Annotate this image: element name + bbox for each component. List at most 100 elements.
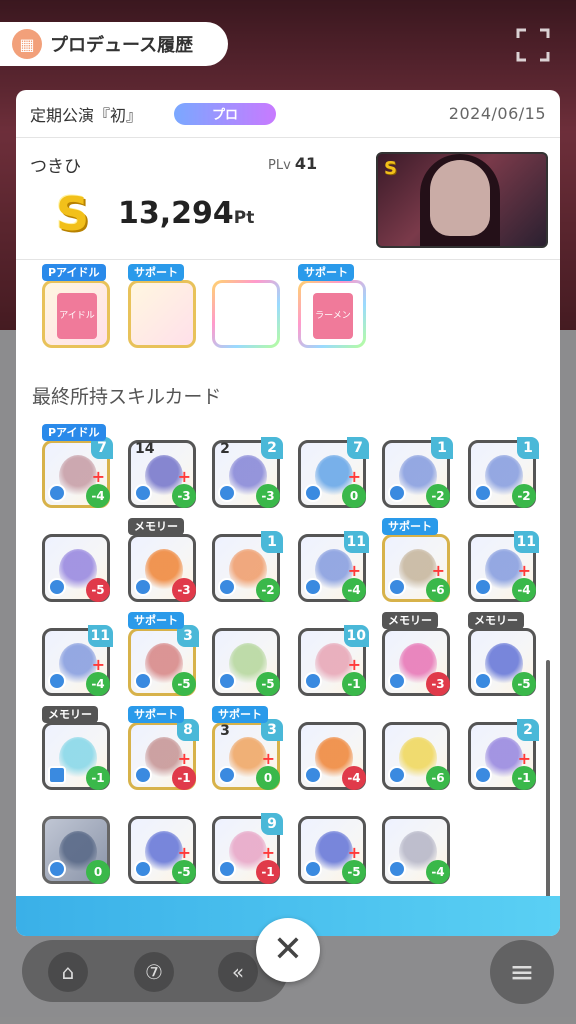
card-cost-badge: -2	[426, 484, 450, 508]
thumbnail-rank-icon: S	[384, 158, 397, 179]
gacha-button[interactable]: ⑦	[134, 952, 174, 992]
skill-card[interactable]: -3 メモリー	[382, 612, 450, 696]
plv-label: PLv 41	[268, 154, 317, 173]
card-cost-badge: -2	[512, 484, 536, 508]
skill-card[interactable]: -1 メモリー	[42, 706, 110, 790]
card-cost-badge: -4	[512, 578, 536, 602]
card-tag: Pアイドル	[42, 424, 106, 441]
skill-card[interactable]: +8 -1 サポート	[128, 706, 199, 790]
close-button[interactable]: ✕	[256, 918, 320, 982]
card-cost-badge: -3	[426, 672, 450, 696]
home-button[interactable]: ⌂	[48, 952, 88, 992]
item-art: アイドル誌	[42, 280, 110, 348]
skill-card[interactable]: +14 -3	[128, 440, 196, 508]
card-cost-badge: -4	[426, 860, 450, 884]
card-cost-badge: -5	[342, 860, 366, 884]
item-tag: Pアイドル	[42, 264, 106, 281]
back-button[interactable]: «	[218, 952, 258, 992]
skill-card[interactable]: +11 -4	[42, 625, 113, 696]
card-effect-icon	[48, 578, 66, 596]
item-art-label: アイドル誌	[57, 293, 97, 339]
skill-card[interactable]: + -5	[298, 816, 366, 884]
card-cost-badge: 0	[256, 766, 280, 790]
card-tag: メモリー	[382, 612, 438, 629]
skill-card[interactable]: +3 3 0 サポート	[212, 706, 283, 790]
card-effect-icon	[134, 860, 152, 878]
card-effect-icon	[474, 578, 492, 596]
skill-card[interactable]: -4	[382, 816, 450, 884]
card-counter: 10	[343, 625, 369, 647]
skill-card[interactable]: -6	[382, 722, 450, 790]
skill-card[interactable]: 0	[42, 816, 110, 884]
score-number: 13,294	[118, 196, 234, 231]
skill-card[interactable]: -5	[42, 534, 110, 602]
card-cost-badge: -5	[172, 860, 196, 884]
skill-card[interactable]: +7 0	[298, 437, 369, 508]
skill-card[interactable]: +11 -4	[468, 531, 539, 602]
skill-card[interactable]: -3 メモリー	[128, 518, 196, 602]
card-cost-badge: -3	[172, 484, 196, 508]
item-card[interactable]	[212, 280, 280, 348]
skill-card-section-title: 最終所持スキルカード	[32, 386, 222, 408]
rank-icon: S	[56, 187, 90, 241]
screen-title: プロデュース履歴	[50, 35, 194, 56]
menu-icon: ≡	[509, 954, 535, 990]
card-effect-icon	[474, 484, 492, 502]
skill-card[interactable]: +9 -1	[212, 813, 283, 884]
thumbnail-face	[430, 160, 490, 236]
card-effect-icon	[134, 484, 152, 502]
skill-card[interactable]: -5 メモリー	[468, 612, 536, 696]
item-art	[128, 280, 196, 348]
skill-card[interactable]: +11 -4	[298, 531, 369, 602]
card-cost-badge: 0	[342, 484, 366, 508]
skill-card[interactable]: 2 2 -3	[212, 437, 283, 508]
skill-card[interactable]: + -5	[128, 816, 196, 884]
plv-value: 41	[294, 154, 318, 173]
skill-card[interactable]: 1 -2	[212, 531, 283, 602]
menu-button[interactable]: ≡	[490, 940, 554, 1004]
card-counter: 14	[135, 441, 155, 457]
card-effect-icon	[134, 578, 152, 596]
card-scroll-area[interactable]: アイドル誌Pアイドルサポートラーメンサポート 最終所持スキルカード +7-4Pア…	[16, 260, 560, 900]
card-cost-badge: -5	[256, 672, 280, 696]
card-tag: メモリー	[42, 706, 98, 723]
scrollbar[interactable]	[546, 660, 550, 936]
item-card[interactable]: サポート	[128, 264, 196, 348]
card-counter: 11	[513, 531, 539, 553]
skill-card[interactable]: +2 -1	[468, 719, 539, 790]
card-cost-badge: -4	[342, 578, 366, 602]
date-label: 2024/06/15	[448, 104, 546, 123]
card-counter: 7	[347, 437, 369, 459]
card-cost-badge: -6	[426, 578, 450, 602]
item-art: ラーメン	[298, 280, 366, 348]
card-counter: 9	[261, 813, 283, 835]
panel-header: 定期公演『初』 プロ 2024/06/15	[16, 90, 560, 138]
card-effect-icon	[474, 672, 492, 690]
skill-card[interactable]: 1 -2	[382, 437, 453, 508]
skill-card[interactable]: + -6 サポート	[382, 518, 450, 602]
card-effect-icon	[218, 766, 236, 784]
idol-name: つきひ	[30, 157, 81, 177]
card-cost-badge: -4	[86, 484, 110, 508]
card-cost-badge: -4	[342, 766, 366, 790]
skill-card[interactable]: 3 -5 サポート	[128, 612, 199, 696]
card-effect-icon	[304, 484, 322, 502]
card-effect-icon	[218, 578, 236, 596]
item-card[interactable]: ラーメン サポート	[298, 264, 366, 348]
skill-card[interactable]: +10 -1	[298, 625, 369, 696]
skill-card[interactable]: -5	[212, 628, 280, 696]
card-cost-badge: -5	[512, 672, 536, 696]
close-icon: ✕	[272, 929, 304, 970]
card-effect-icon	[474, 766, 492, 784]
card-cost-badge: -1	[172, 766, 196, 790]
item-card[interactable]: アイドル誌 Pアイドル	[42, 264, 110, 348]
skill-card[interactable]: +7 -4 Pアイドル	[42, 424, 113, 508]
fullscreen-icon[interactable]	[516, 28, 550, 62]
card-counter: 11	[87, 625, 113, 647]
card-cost-badge: -2	[256, 578, 280, 602]
card-cost-badge: -6	[426, 766, 450, 790]
idol-thumbnail[interactable]: S	[376, 152, 548, 248]
skill-card[interactable]: 1 -2	[468, 437, 539, 508]
skill-card[interactable]: -4	[298, 722, 366, 790]
card-cost-badge: -1	[256, 860, 280, 884]
